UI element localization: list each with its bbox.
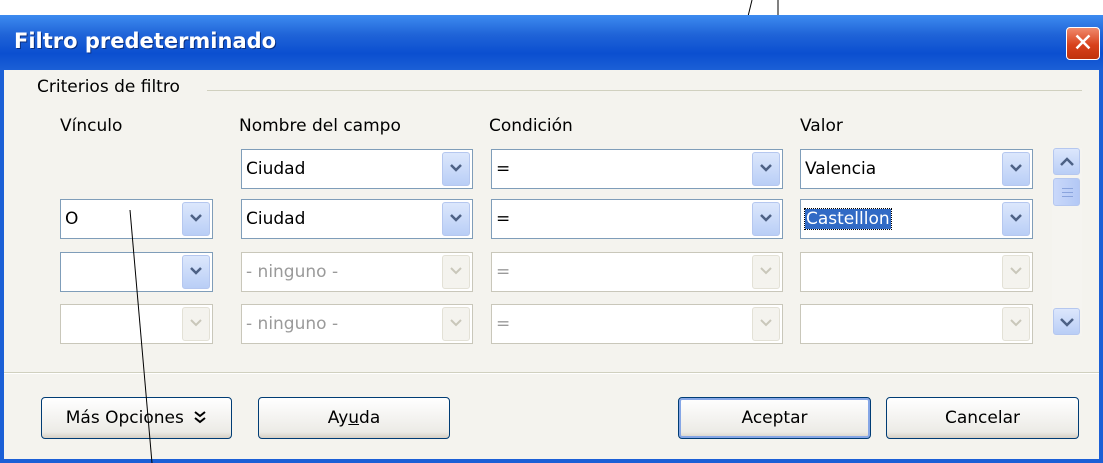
annotation-line-bottom [129, 209, 153, 463]
